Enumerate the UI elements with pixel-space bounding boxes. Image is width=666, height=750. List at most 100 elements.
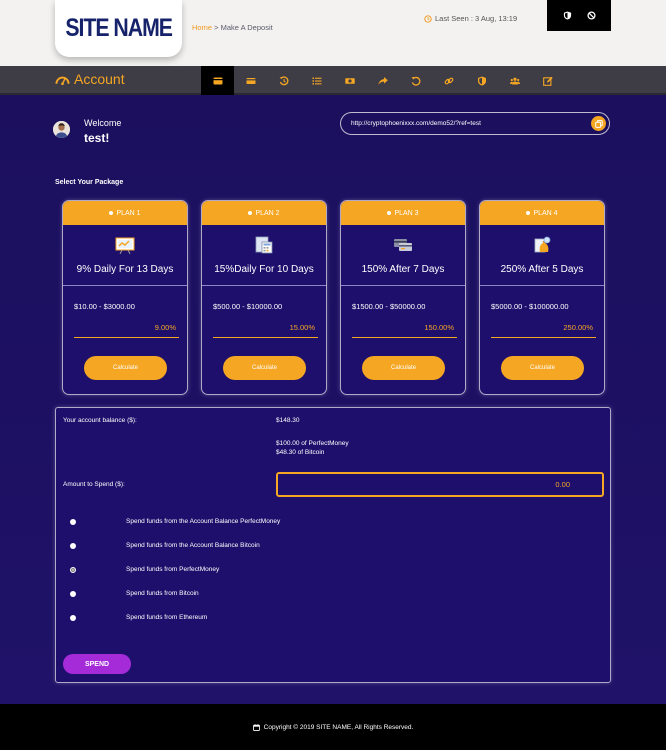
- plan-card-3[interactable]: PLAN 3 150% After 7 Days $1500.00 - $500…: [340, 200, 466, 395]
- radio-account-perfectmoney[interactable]: [70, 519, 76, 525]
- nav-security[interactable]: [465, 66, 498, 95]
- nav-undo[interactable]: [399, 66, 432, 95]
- credit-card-icon: [246, 77, 255, 84]
- amount-label: Amount to Spend ($):: [63, 481, 125, 488]
- plan-range: $5000.00 - $100000.00: [491, 302, 569, 311]
- calculate-button[interactable]: Calculate: [501, 356, 584, 380]
- breadcrumb-separator: >: [212, 23, 221, 32]
- users-icon: [509, 77, 520, 84]
- username: test!: [84, 131, 110, 145]
- nav-deposit[interactable]: [201, 66, 234, 95]
- balance-perfectmoney: $100.00 of PerfectMoney: [276, 440, 349, 447]
- plan-indicator-icon: [526, 211, 531, 215]
- nav-icon-bar: [201, 66, 564, 95]
- header-icons: [547, 0, 611, 31]
- plan-indicator-icon: [109, 211, 114, 215]
- ban-icon[interactable]: [586, 11, 596, 20]
- plan-card-4[interactable]: PLAN 4 250% After 5 Days $5000.00 - $100…: [479, 200, 605, 395]
- edit-icon: [542, 76, 553, 86]
- balance-bitcoin: $48.30 of Bitcoin: [276, 449, 325, 456]
- nav-referrals[interactable]: [498, 66, 531, 95]
- plan-rate-underline: [213, 337, 318, 338]
- copyright-text: Copyright © 2019 SITE NAME, All Rights R…: [263, 723, 414, 731]
- copy-icon: [594, 119, 603, 128]
- radio-perfectmoney[interactable]: [70, 567, 76, 573]
- plan-range: $10.00 - $3000.00: [74, 302, 135, 311]
- nav-edit-account[interactable]: [531, 66, 564, 95]
- amount-input[interactable]: 0.00: [276, 472, 604, 497]
- nav-earnings[interactable]: [333, 66, 366, 95]
- clock-icon: [424, 14, 432, 23]
- plan-divider: [480, 285, 604, 286]
- money-icon: [344, 77, 355, 84]
- balance-value: $148.30: [276, 417, 300, 424]
- option-label: Spend funds from the Account Balance Bit…: [126, 542, 260, 549]
- calendar-icon: [252, 723, 260, 731]
- plan-rate-underline: [352, 337, 457, 338]
- footer: Copyright © 2019 SITE NAME, All Rights R…: [0, 704, 666, 750]
- plan-indicator-icon: [387, 211, 392, 215]
- spend-button[interactable]: SPEND: [63, 654, 131, 674]
- calculate-button[interactable]: Calculate: [84, 356, 167, 380]
- shield-icon[interactable]: [563, 11, 572, 20]
- calculate-button[interactable]: Calculate: [223, 356, 306, 380]
- radio-bitcoin[interactable]: [70, 591, 76, 597]
- breadcrumb: Home > Make A Deposit: [192, 23, 273, 32]
- breadcrumb-home-link[interactable]: Home: [192, 23, 212, 32]
- plan-name: PLAN 3: [394, 209, 419, 217]
- referral-link-text: http://cryptophoenixxx.com/demo52/?ref=t…: [351, 120, 481, 127]
- nav-history[interactable]: [267, 66, 300, 95]
- plan-indicator-icon: [248, 211, 253, 215]
- radio-account-bitcoin[interactable]: [70, 543, 76, 549]
- undo-icon: [411, 76, 420, 86]
- plan-range: $1500.00 - $50000.00: [352, 302, 426, 311]
- calculator-document-icon: [255, 236, 273, 254]
- plan-divider: [63, 285, 187, 286]
- welcome-label: Welcome: [84, 118, 122, 128]
- plan-rate-underline: [74, 337, 179, 338]
- top-header: SITE NAME Home > Make A Deposit Last See…: [0, 0, 666, 66]
- plan-card-1[interactable]: PLAN 1 9% Daily For 13 Days $10.00 - $30…: [62, 200, 188, 395]
- plan-card-2[interactable]: PLAN 2 15%Daily For 10 Days $500.00 - $1…: [201, 200, 327, 395]
- calculate-button[interactable]: Calculate: [362, 356, 445, 380]
- section-title: Select Your Package: [55, 179, 124, 186]
- plan-name: PLAN 2: [255, 209, 280, 217]
- credit-cards-icon: [394, 239, 412, 251]
- avatar: [53, 121, 70, 138]
- plan-header: PLAN 2: [202, 201, 326, 225]
- plan-range: $500.00 - $10000.00: [213, 302, 283, 311]
- plan-header: PLAN 1: [63, 201, 187, 225]
- money-bag-icon: [534, 236, 551, 253]
- nav-referral-links[interactable]: [432, 66, 465, 95]
- nav-list[interactable]: [300, 66, 333, 95]
- option-label: Spend funds from PerfectMoney: [126, 566, 220, 573]
- option-label: Spend funds from the Account Balance Per…: [126, 518, 281, 525]
- radio-ethereum[interactable]: [70, 615, 76, 621]
- plan-divider: [202, 285, 326, 286]
- nav-withdraw[interactable]: [234, 66, 267, 95]
- plan-title: 150% After 7 Days: [361, 264, 445, 275]
- wallet-icon: [213, 77, 222, 84]
- last-seen-text: Last Seen : 3 Aug, 13:19: [435, 14, 518, 23]
- account-title: Account: [55, 71, 125, 87]
- plan-name: PLAN 4: [533, 209, 558, 217]
- site-logo[interactable]: SITE NAME: [55, 0, 182, 57]
- plan-rate: 9.00%: [154, 323, 176, 332]
- plan-rate-underline: [491, 337, 596, 338]
- breadcrumb-current: Make A Deposit: [220, 23, 273, 32]
- referral-link-field[interactable]: http://cryptophoenixxx.com/demo52/?ref=t…: [340, 112, 610, 135]
- share-icon: [377, 76, 388, 85]
- account-navbar: Account: [0, 66, 666, 95]
- copy-link-button[interactable]: [591, 116, 606, 131]
- option-label: Spend funds from Bitcoin: [126, 590, 199, 597]
- plan-rate: 150.00%: [424, 323, 454, 332]
- nav-share[interactable]: [366, 66, 399, 95]
- list-icon: [312, 77, 321, 85]
- plan-title: 15%Daily For 10 Days: [214, 264, 314, 275]
- main-content: Welcome test! http://cryptophoenixxx.com…: [0, 95, 666, 704]
- plan-header: PLAN 4: [480, 201, 604, 225]
- plan-rate: 250.00%: [563, 323, 593, 332]
- last-seen: Last Seen : 3 Aug, 13:19: [424, 14, 517, 23]
- plan-name: PLAN 1: [116, 209, 141, 217]
- site-logo-text: SITE NAME: [65, 14, 173, 42]
